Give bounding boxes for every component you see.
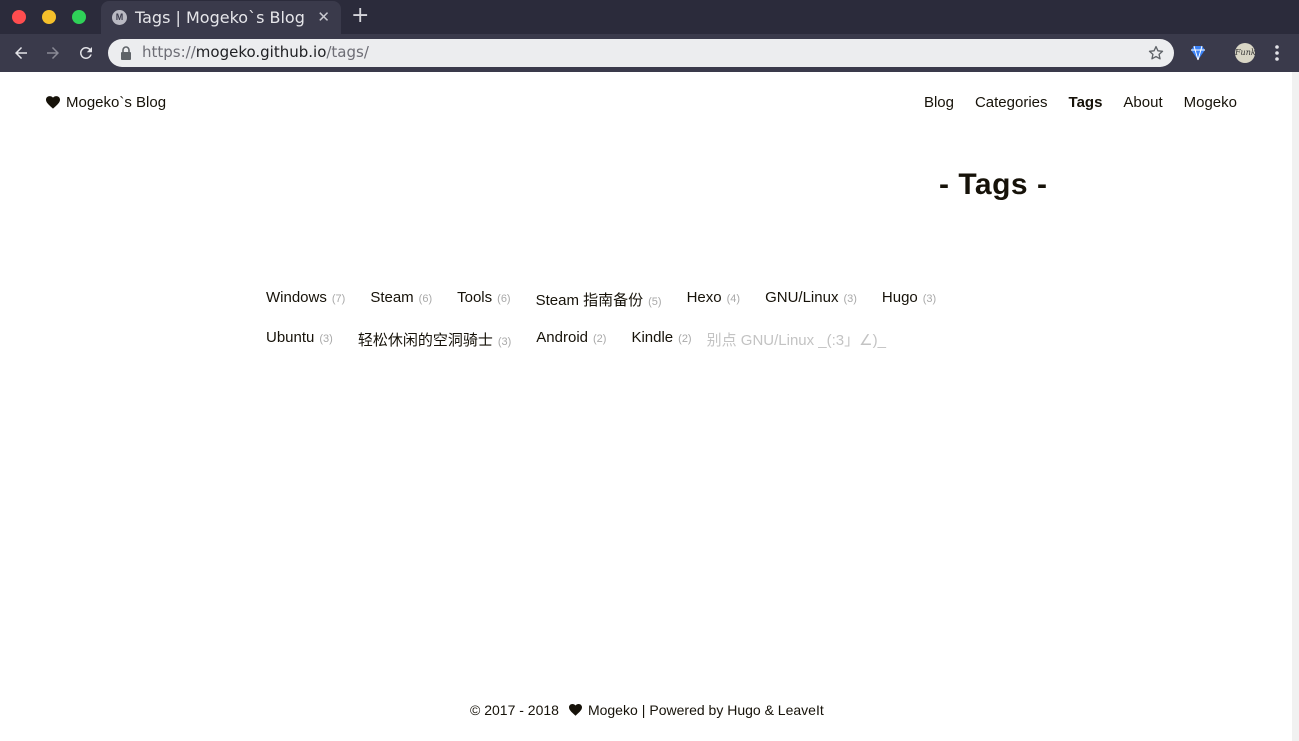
tag-link[interactable]: Hugo (3) xyxy=(882,289,936,310)
tag-link[interactable]: Android (2) xyxy=(536,329,606,350)
footer-copyright: © 2017 - 2018 xyxy=(470,702,559,718)
heart-icon xyxy=(568,704,582,716)
window-maximize-button[interactable] xyxy=(72,10,86,24)
tab-close-icon[interactable]: ✕ xyxy=(317,8,330,26)
reload-button[interactable] xyxy=(73,40,99,66)
tag-count: (3) xyxy=(843,293,857,305)
url-text: https://mogeko.github.io/tags/ xyxy=(142,43,369,61)
tag-name: GNU/Linux xyxy=(765,289,839,306)
browser-tab-bar: M Tags | Mogeko`s Blog ✕ + xyxy=(0,0,1299,34)
heart-icon xyxy=(46,96,60,109)
address-bar[interactable]: https://mogeko.github.io/tags/ xyxy=(108,39,1174,67)
arrow-left-icon xyxy=(15,47,27,59)
site-brand-link[interactable]: Mogeko`s Blog xyxy=(46,94,166,111)
window-close-button[interactable] xyxy=(12,10,26,24)
site-navigation: Blog Categories Tags About Mogeko xyxy=(924,94,1237,111)
nav-link-about[interactable]: About xyxy=(1123,94,1162,111)
page-title: - Tags - xyxy=(939,168,1048,201)
tab-title: Tags | Mogeko`s Blog xyxy=(135,8,305,27)
page-content: Mogeko`s Blog Blog Categories Tags About… xyxy=(0,72,1299,741)
nav-link-mogeko[interactable]: Mogeko xyxy=(1184,94,1237,111)
url-path: /tags/ xyxy=(326,43,369,61)
tag-link[interactable]: Steam (6) xyxy=(370,289,432,310)
tag-name: Tools xyxy=(457,289,493,306)
tag-link[interactable]: 轻松休闲的空洞骑士 (3) xyxy=(358,329,511,350)
tag-link[interactable]: Kindle (2) xyxy=(631,329,691,350)
url-host: mogeko.github.io xyxy=(195,43,327,61)
forward-button[interactable] xyxy=(40,40,66,66)
new-tab-button[interactable]: + xyxy=(351,3,369,28)
profile-avatar[interactable]: Funk xyxy=(1235,43,1256,63)
footer-author-link[interactable]: Mogeko xyxy=(588,702,638,718)
tag-name: Windows xyxy=(266,289,327,306)
reload-icon xyxy=(79,46,92,59)
site-footer: © 2017 - 2018 Mogeko | Powered by Hugo &… xyxy=(470,702,828,718)
tag-count: (2) xyxy=(593,333,607,345)
tag-name: Kindle xyxy=(631,329,674,346)
tag-name: Android xyxy=(536,329,588,346)
tag-count: (2) xyxy=(678,333,692,345)
tag-name: 轻松休闲的空洞骑士 xyxy=(357,332,493,349)
page-scrollbar[interactable] xyxy=(1292,72,1299,741)
tag-link[interactable]: Hexo (4) xyxy=(687,289,740,310)
tab-favicon-icon: M xyxy=(112,10,127,25)
browser-tab-active[interactable]: M Tags | Mogeko`s Blog ✕ xyxy=(101,1,341,34)
lock-icon xyxy=(121,46,131,60)
tag-link[interactable]: Steam 指南备份 (5) xyxy=(536,289,662,310)
window-minimize-button[interactable] xyxy=(42,10,56,24)
tag-name: Steam 指南备份 xyxy=(535,292,644,309)
footer-separator: | xyxy=(641,702,646,718)
tag-link[interactable]: Windows (7) xyxy=(266,289,345,310)
tag-count: (3) xyxy=(497,336,512,348)
arrow-right-icon xyxy=(47,47,59,59)
extension-gem-icon[interactable] xyxy=(1188,43,1208,63)
url-scheme: https:// xyxy=(142,43,196,61)
tag-name: Steam xyxy=(370,289,414,306)
tag-count: (3) xyxy=(922,293,937,305)
tag-count: (5) xyxy=(648,296,662,308)
site-brand-text: Mogeko`s Blog xyxy=(66,94,167,111)
tag-count: (6) xyxy=(497,293,511,305)
browser-menu-icon[interactable] xyxy=(1270,43,1284,63)
footer-powered-by[interactable]: Powered by Hugo & LeaveIt xyxy=(649,702,823,718)
nav-link-tags[interactable]: Tags xyxy=(1069,94,1103,111)
tag-link[interactable]: Tools (6) xyxy=(457,289,510,310)
tag-count: (3) xyxy=(319,333,333,345)
back-button[interactable] xyxy=(8,40,34,66)
tag-count: (6) xyxy=(418,293,433,305)
nav-link-blog[interactable]: Blog xyxy=(924,94,954,111)
nav-link-categories[interactable]: Categories xyxy=(975,94,1048,111)
tag-name: Hexo xyxy=(686,289,722,306)
browser-toolbar: https://mogeko.github.io/tags/ Funk xyxy=(0,34,1299,72)
tag-name: Ubuntu xyxy=(266,329,315,346)
tag-link-hidden-easter-egg[interactable]: 别点 GNU/Linux _(:3」∠)_ xyxy=(707,329,886,350)
tag-link[interactable]: Ubuntu (3) xyxy=(266,329,333,350)
tag-count: (4) xyxy=(726,293,741,305)
tag-name: 别点 GNU/Linux _(:3」∠)_ xyxy=(706,332,886,349)
tag-link[interactable]: GNU/Linux (3) xyxy=(765,289,857,310)
bookmark-star-icon[interactable] xyxy=(1147,44,1165,62)
tag-count: (7) xyxy=(331,293,346,305)
tag-list: Windows (7) Steam (6) Tools (6) Steam 指南备份 (… xyxy=(266,289,986,350)
tag-name: Hugo xyxy=(881,289,918,306)
